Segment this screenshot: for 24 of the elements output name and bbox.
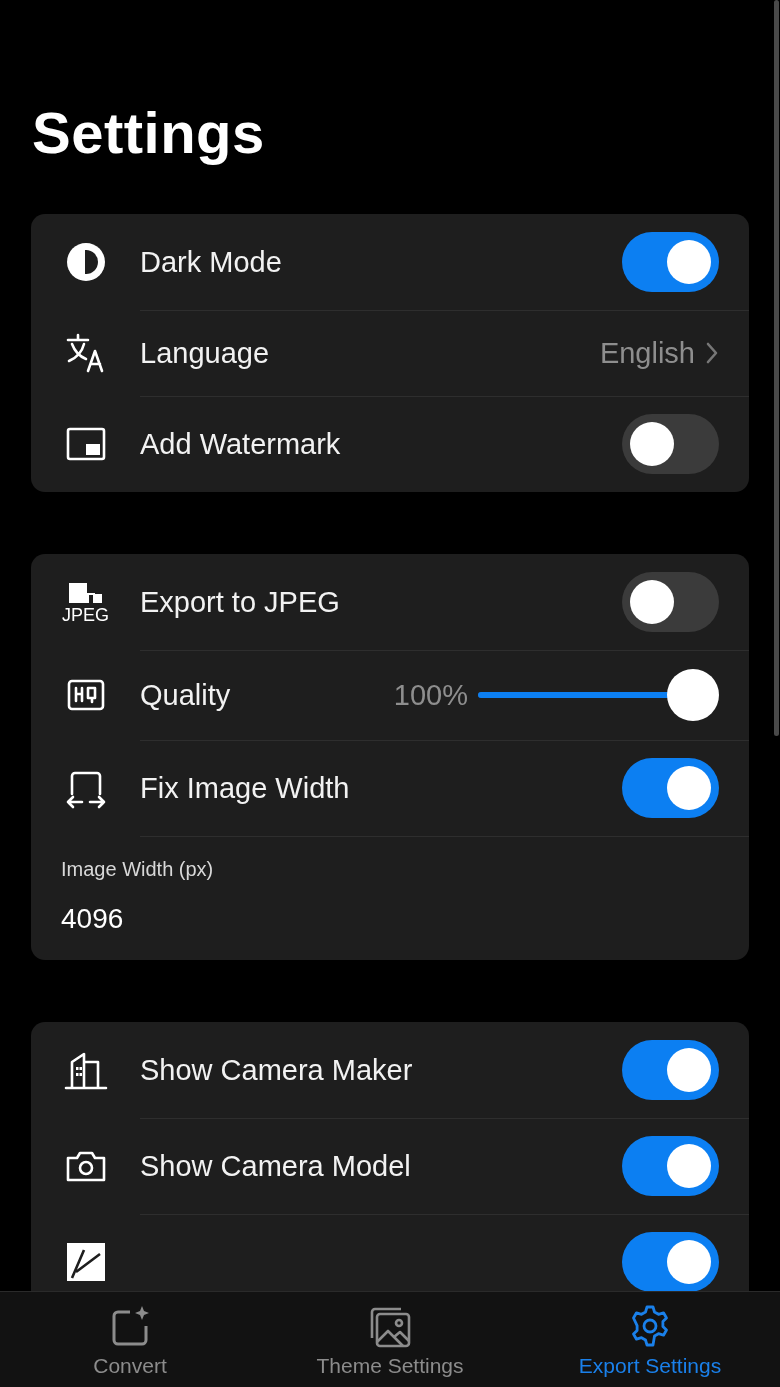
setting-label: Fix Image Width (140, 771, 351, 805)
input-field[interactable]: 4096 (61, 903, 361, 935)
setting-label: Quality (140, 678, 232, 712)
toggle-switch[interactable] (622, 758, 719, 818)
tab[interactable]: Export Settings (525, 1292, 775, 1387)
toggle-switch[interactable] (622, 232, 719, 292)
tab[interactable]: Convert (5, 1292, 255, 1387)
setting-label: Show Camera Model (140, 1149, 412, 1183)
page-title: Settings (32, 99, 265, 167)
tab[interactable]: Theme Settings (265, 1292, 515, 1387)
field-label: Image Width (px) (61, 858, 214, 881)
quality-reading: 100% (393, 678, 468, 712)
scrollbar[interactable] (774, 0, 779, 736)
setting-label: Export to JPEG (140, 585, 341, 619)
setting-value[interactable]: English (599, 336, 695, 370)
setting-label: Language (140, 336, 271, 370)
setting-label: Show Camera Maker (140, 1053, 414, 1087)
toggle-switch[interactable] (622, 1232, 719, 1292)
toggle-switch[interactable] (622, 1136, 719, 1196)
setting-label: Add Watermark (140, 427, 342, 461)
toggle-switch[interactable] (622, 1040, 719, 1100)
setting-label: Dark Mode (140, 245, 283, 279)
chevron-icon (705, 341, 719, 365)
quality-slider[interactable] (478, 669, 719, 721)
